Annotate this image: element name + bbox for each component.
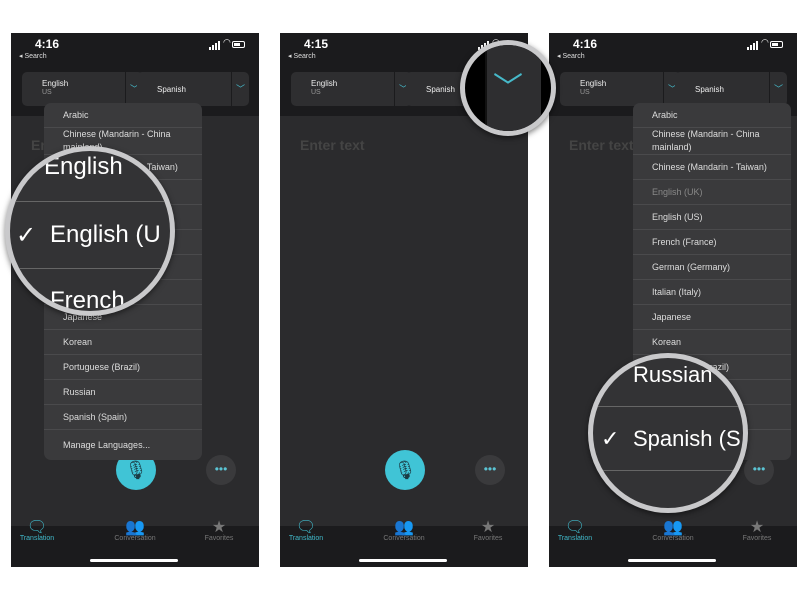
target-language-selector[interactable]: Spanish ﹀: [675, 72, 787, 106]
language-option[interactable]: Italian (Italy): [633, 280, 791, 305]
people-icon: 👥: [125, 519, 145, 536]
tab-conversation[interactable]: 👥 Conversation: [643, 517, 703, 542]
target-language-selector[interactable]: Spanish ﹀: [137, 72, 249, 106]
source-language: English: [311, 79, 338, 88]
language-option[interactable]: Arabic: [633, 103, 791, 128]
translate-icon: 🗨: [564, 519, 586, 536]
ellipsis-icon: •••: [752, 462, 766, 476]
tab-label: Translation: [557, 535, 593, 542]
ellipsis-icon: •••: [214, 462, 228, 476]
status-time: 4:15: [304, 37, 329, 51]
checkmark-icon: ✓: [601, 426, 620, 451]
magnifier-english-us: English ✓ English (U French: [5, 146, 175, 316]
magnified-option: English: [44, 153, 123, 180]
people-icon: 👥: [394, 519, 414, 536]
tab-favorites[interactable]: ★ Favorites: [727, 517, 787, 542]
manage-languages-button[interactable]: Manage Languages...: [44, 430, 202, 460]
tab-favorites[interactable]: ★ Favorites: [458, 517, 518, 542]
source-language-selector[interactable]: English US ﹀: [22, 72, 143, 106]
tab-label: Favorites: [742, 535, 772, 542]
source-language: English: [42, 79, 69, 88]
people-icon: 👥: [663, 519, 683, 536]
tab-label: Favorites: [473, 535, 503, 542]
translate-icon: 🗨: [295, 519, 317, 536]
enter-text-placeholder[interactable]: Enter text: [569, 137, 634, 153]
language-option[interactable]: French (France): [633, 230, 791, 255]
enter-text-placeholder[interactable]: Enter text: [300, 137, 365, 153]
language-option[interactable]: English (US): [633, 205, 791, 230]
magnified-selected-option: English (U: [50, 221, 161, 248]
star-icon: ★: [480, 519, 496, 536]
star-icon: ★: [211, 519, 227, 536]
tab-translation[interactable]: 🗨 Translation: [11, 517, 67, 542]
tab-conversation[interactable]: 👥 Conversation: [105, 517, 165, 542]
status-time: 4:16: [573, 37, 598, 51]
source-region: US: [42, 89, 52, 96]
language-option[interactable]: Spanish (Spain): [44, 405, 202, 430]
star-icon: ★: [749, 519, 765, 536]
back-to-search-link[interactable]: ◂ Search: [288, 52, 316, 60]
tab-label: Conversation: [383, 535, 425, 542]
back-to-search-link[interactable]: ◂ Search: [557, 52, 585, 60]
magnified-option: Russian: [633, 362, 713, 387]
language-option[interactable]: Arabic: [44, 103, 202, 128]
checkmark-icon: ✓: [16, 222, 37, 249]
battery-icon: [232, 41, 245, 48]
tab-translation[interactable]: 🗨 Translation: [549, 517, 605, 542]
chevron-down-icon[interactable]: ﹀: [769, 72, 787, 106]
tab-label: Translation: [288, 535, 324, 542]
tab-favorites[interactable]: ★ Favorites: [189, 517, 249, 542]
language-option[interactable]: Korean: [44, 330, 202, 355]
language-option[interactable]: Korean: [633, 330, 791, 355]
source-region: US: [311, 89, 321, 96]
magnified-option: French: [50, 287, 125, 314]
microphone-button[interactable]: 🎙: [385, 450, 425, 490]
source-language-selector[interactable]: English US ﹀: [291, 72, 412, 106]
target-language: Spanish: [426, 85, 455, 94]
tab-label: Conversation: [652, 535, 694, 542]
magnifier-target-chevron: ﹀: [460, 40, 556, 136]
status-icons: ◠: [747, 37, 783, 50]
magnifier-spanish-spain: Russian ✓ Spanish (S: [588, 353, 748, 513]
microphone-icon: 🎙: [393, 460, 417, 480]
translate-icon: 🗨: [26, 519, 48, 536]
tab-label: Favorites: [204, 535, 234, 542]
language-option[interactable]: Chinese (Mandarin - China mainland): [633, 128, 791, 155]
ellipsis-icon: •••: [483, 462, 497, 476]
language-option[interactable]: Japanese: [633, 305, 791, 330]
status-icons: ◠: [209, 37, 245, 50]
magnified-selected-option: Spanish (S: [633, 426, 741, 451]
more-button[interactable]: •••: [206, 455, 236, 485]
home-indicator: [90, 559, 178, 562]
target-language: Spanish: [695, 85, 724, 94]
tab-translation[interactable]: 🗨 Translation: [280, 517, 336, 542]
source-language-selector[interactable]: English US ﹀: [560, 72, 681, 106]
tab-conversation[interactable]: 👥 Conversation: [374, 517, 434, 542]
target-language: Spanish: [157, 85, 186, 94]
language-option[interactable]: Portuguese (Brazil): [44, 355, 202, 380]
language-option[interactable]: English (UK): [633, 180, 791, 205]
wifi-icon: ◠: [223, 37, 231, 47]
language-option[interactable]: Russian: [44, 380, 202, 405]
wifi-icon: ◠: [761, 37, 769, 47]
tab-label: Translation: [19, 535, 55, 542]
more-button[interactable]: •••: [475, 455, 505, 485]
source-language: English: [580, 79, 607, 88]
status-time: 4:16: [35, 37, 60, 51]
home-indicator: [628, 559, 716, 562]
battery-icon: [770, 41, 783, 48]
chevron-down-icon: ﹀: [493, 72, 523, 105]
language-option[interactable]: German (Germany): [633, 255, 791, 280]
source-region: US: [580, 89, 590, 96]
home-indicator: [359, 559, 447, 562]
language-option[interactable]: Chinese (Mandarin - Taiwan): [633, 155, 791, 180]
chevron-down-icon[interactable]: ﹀: [231, 72, 249, 106]
microphone-icon: 🎙: [124, 460, 148, 480]
back-to-search-link[interactable]: ◂ Search: [19, 52, 47, 60]
tab-label: Conversation: [114, 535, 156, 542]
